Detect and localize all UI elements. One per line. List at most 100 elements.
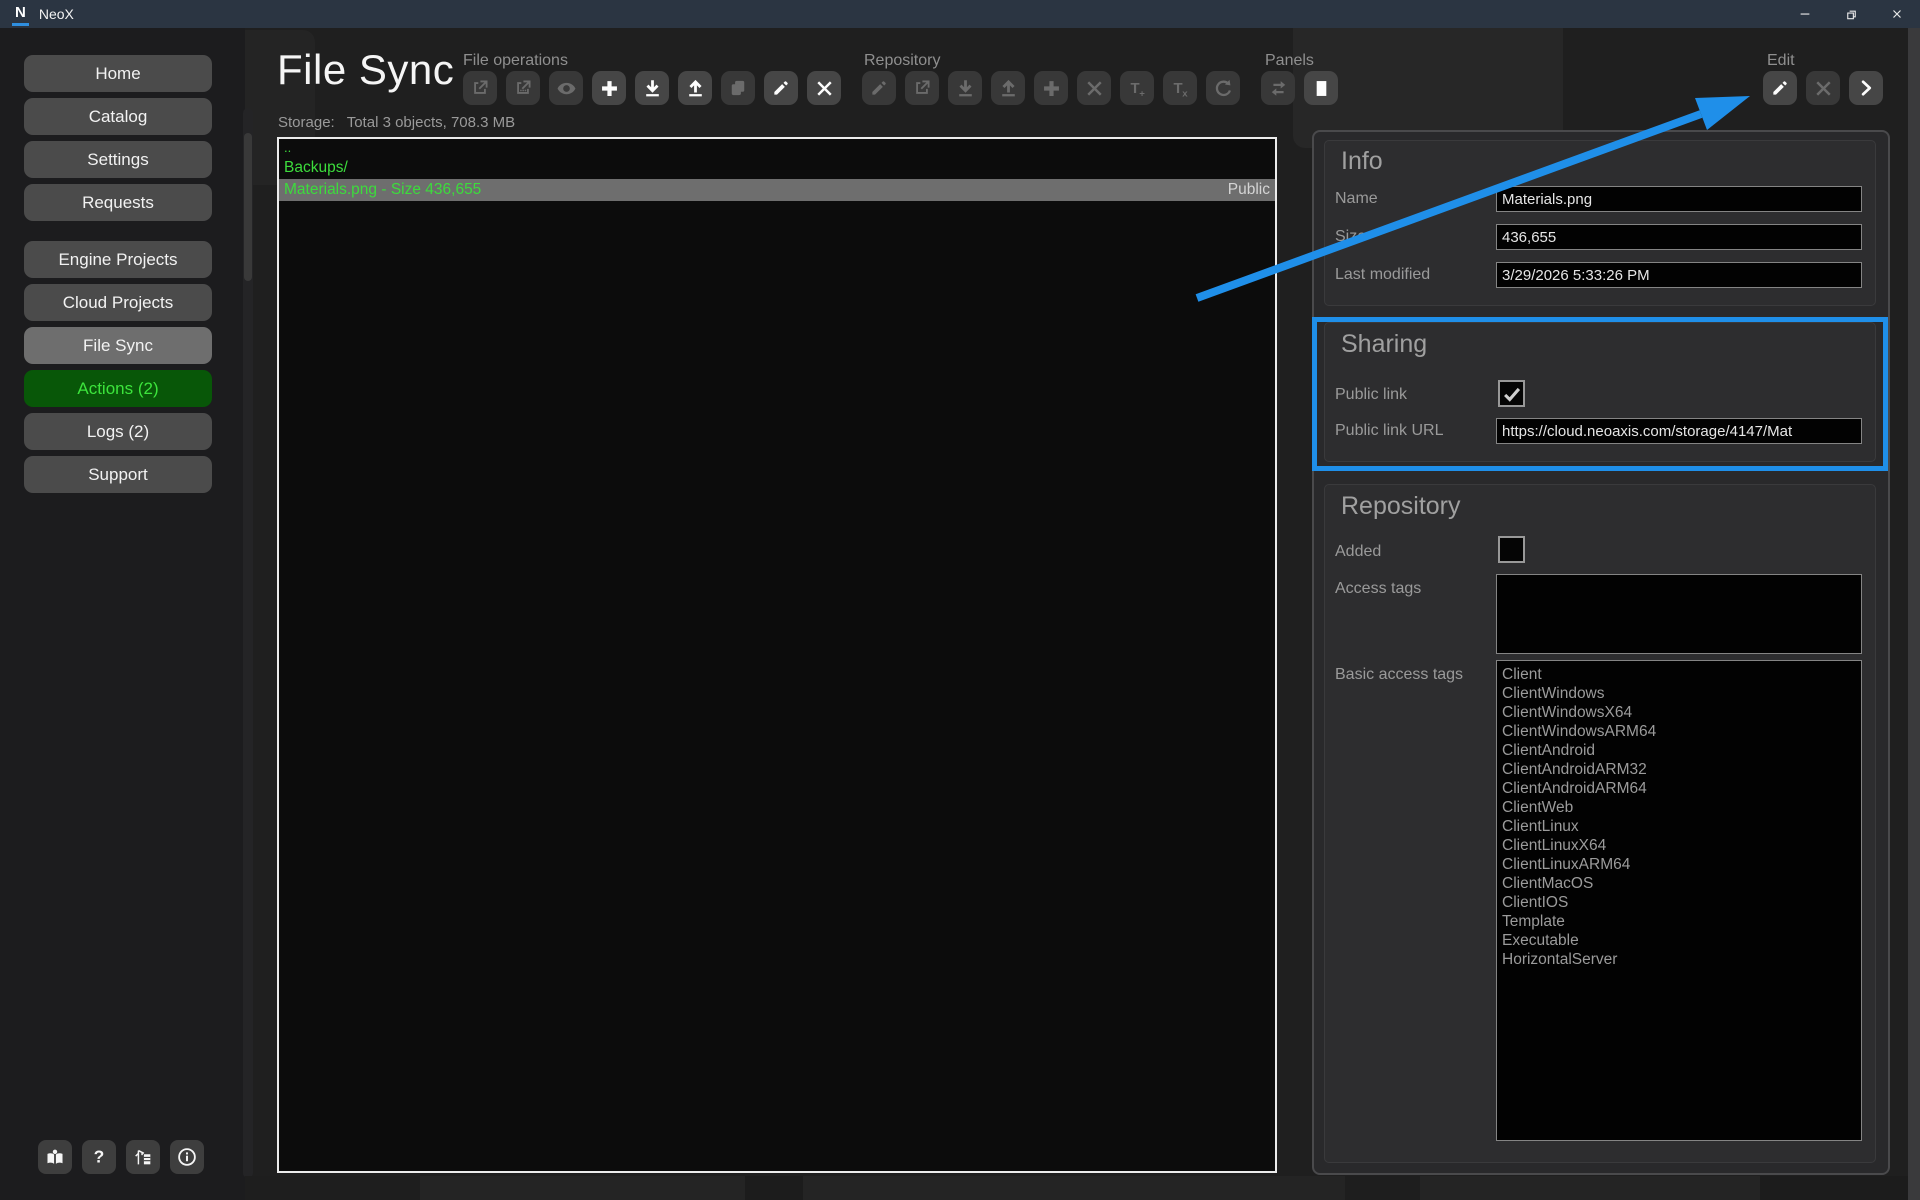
tag-item[interactable]: ClientMacOS	[1502, 874, 1861, 893]
tag-item[interactable]: ClientIOS	[1502, 893, 1861, 912]
sidebar-item-support[interactable]: Support	[24, 456, 212, 493]
sidebar-item-home[interactable]: Home	[24, 55, 212, 92]
last-modified-field[interactable]	[1496, 262, 1862, 288]
info-panel-title: Info	[1341, 147, 1383, 176]
toolbar-group-label-repository: Repository	[864, 52, 940, 70]
minimize-icon	[1798, 7, 1812, 21]
edit-pencil-button[interactable]	[1763, 71, 1797, 105]
basic-access-tags-list[interactable]: Client ClientWindows ClientWindowsX64 Cl…	[1496, 660, 1862, 1141]
toolbar-group-panels	[1261, 71, 1338, 105]
tag-item[interactable]: ClientWindowsX64	[1502, 703, 1861, 722]
info-button[interactable]	[170, 1140, 204, 1174]
repo-add-button[interactable]	[1034, 71, 1068, 105]
tag-item[interactable]: ClientAndroid	[1502, 741, 1861, 760]
repository-panel-title: Repository	[1341, 492, 1461, 521]
sidebar-scrollbar-thumb[interactable]	[244, 133, 252, 281]
revert-button[interactable]	[1206, 71, 1240, 105]
sidebar-item-requests[interactable]: Requests	[24, 184, 212, 221]
storage-summary: Storage:Total 3 objects, 708.3 MB	[278, 114, 515, 131]
chevron-right-icon	[1856, 78, 1876, 98]
svg-text:?: ?	[94, 1147, 105, 1167]
repo-remove-button[interactable]	[1077, 71, 1111, 105]
last-modified-field-label: Last modified	[1335, 266, 1430, 284]
plus-icon	[1041, 78, 1062, 99]
download-icon	[642, 78, 663, 99]
toolbar-group-label-panels: Panels	[1265, 52, 1314, 70]
svg-text:x: x	[1182, 88, 1188, 99]
tag-item[interactable]: ClientLinuxX64	[1502, 836, 1861, 855]
edit-apply-button[interactable]	[1849, 71, 1883, 105]
rename-button[interactable]	[764, 71, 798, 105]
delete-button[interactable]	[807, 71, 841, 105]
tag-item[interactable]: ClientAndroidARM32	[1502, 760, 1861, 779]
toolbar-group-label-file-operations: File operations	[463, 52, 568, 70]
annotation-highlight-box	[1312, 317, 1888, 471]
add-button[interactable]	[592, 71, 626, 105]
sidebar-item-file-sync[interactable]: File Sync	[24, 327, 212, 364]
pencil-icon	[771, 78, 791, 98]
swap-panels-button[interactable]	[1261, 71, 1295, 105]
remove-tag-button[interactable]: Tx	[1163, 71, 1197, 105]
tag-item[interactable]: HorizontalServer	[1502, 950, 1861, 969]
repo-edit-button[interactable]	[862, 71, 896, 105]
added-checkbox[interactable]	[1498, 536, 1525, 563]
upload-button[interactable]	[678, 71, 712, 105]
tag-item[interactable]: Template	[1502, 912, 1861, 931]
panel-toggle-button[interactable]	[1304, 71, 1338, 105]
copy-button[interactable]	[721, 71, 755, 105]
tag-item[interactable]: ClientWindows	[1502, 684, 1861, 703]
list-item-file-selected[interactable]: Materials.png - Size 436,655 Public	[279, 179, 1275, 201]
tag-item[interactable]: Executable	[1502, 931, 1861, 950]
basic-access-tags-label: Basic access tags	[1335, 666, 1463, 684]
pencil-icon	[869, 78, 889, 98]
maximize-button[interactable]	[1828, 0, 1874, 28]
open-external-dots-button[interactable]	[506, 71, 540, 105]
documentation-button[interactable]	[38, 1140, 72, 1174]
tag-item[interactable]: ClientWeb	[1502, 798, 1861, 817]
open-external-button[interactable]	[463, 71, 497, 105]
toolbar-group-label-edit: Edit	[1767, 52, 1795, 70]
bottom-edge-strip	[245, 1176, 1920, 1200]
add-tag-button[interactable]: T+	[1120, 71, 1154, 105]
size-field[interactable]	[1496, 224, 1862, 250]
sidebar-item-settings[interactable]: Settings	[24, 141, 212, 178]
sidebar-scrollbar	[243, 108, 253, 1178]
sidebar-item-cloud-projects[interactable]: Cloud Projects	[24, 284, 212, 321]
access-tags-field[interactable]	[1496, 574, 1862, 654]
sidebar-item-logs[interactable]: Logs (2)	[24, 413, 212, 450]
close-button[interactable]	[1874, 0, 1920, 28]
minimize-button[interactable]	[1782, 0, 1828, 28]
help-button[interactable]: ?	[82, 1140, 116, 1174]
close-icon	[1890, 7, 1904, 21]
tag-item[interactable]: ClientWindowsARM64	[1502, 722, 1861, 741]
list-item-up[interactable]: ..	[279, 139, 1275, 157]
repo-upload-button[interactable]	[991, 71, 1025, 105]
window-right-edge	[1908, 28, 1920, 1200]
window-title: NeoX	[39, 6, 74, 22]
tag-item[interactable]: ClientLinuxARM64	[1502, 855, 1861, 874]
toolbar-group-edit	[1763, 71, 1883, 105]
construction-icon	[132, 1146, 154, 1168]
panel-solid-icon	[1311, 78, 1332, 99]
tag-item[interactable]: ClientLinux	[1502, 817, 1861, 836]
repo-download-button[interactable]	[948, 71, 982, 105]
name-field[interactable]	[1496, 186, 1862, 212]
help-icon: ?	[88, 1146, 110, 1168]
view-button[interactable]	[549, 71, 583, 105]
list-item-folder[interactable]: Backups/	[279, 157, 1275, 179]
tag-item[interactable]: ClientAndroidARM64	[1502, 779, 1861, 798]
repo-open-external-button[interactable]	[905, 71, 939, 105]
sidebar-item-catalog[interactable]: Catalog	[24, 98, 212, 135]
list-item-label: ..	[284, 140, 291, 155]
sidebar-item-engine-projects[interactable]: Engine Projects	[24, 241, 212, 278]
download-icon	[955, 78, 976, 99]
upload-icon	[998, 78, 1019, 99]
download-button[interactable]	[635, 71, 669, 105]
sidebar-item-actions[interactable]: Actions (2)	[24, 370, 212, 407]
sidebar-footer: ?	[38, 1140, 204, 1174]
app-window: N NeoX Home Catalog Settings Requests En…	[0, 0, 1920, 1200]
edit-cancel-button[interactable]	[1806, 71, 1840, 105]
construction-button[interactable]	[126, 1140, 160, 1174]
tag-item[interactable]: Client	[1502, 665, 1861, 684]
add-tag-icon: T+	[1127, 78, 1148, 99]
